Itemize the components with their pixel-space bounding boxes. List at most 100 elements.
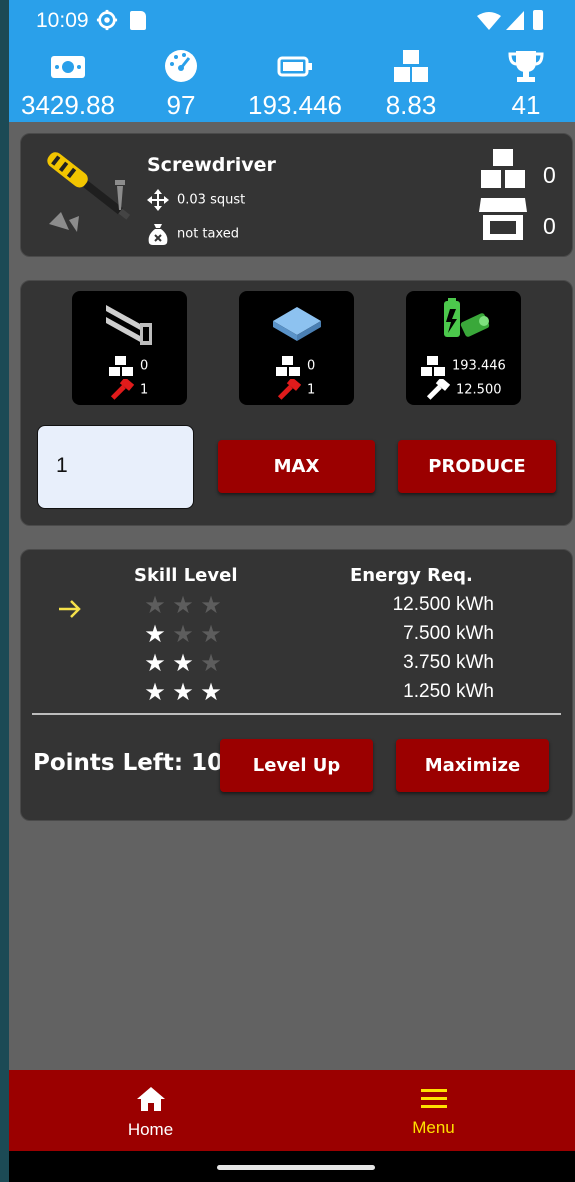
energy-required-row: 12.500	[424, 377, 502, 401]
steel-stock: 0	[140, 358, 149, 374]
energy-battery-icon	[444, 298, 490, 337]
energy-required: 12.500	[456, 382, 502, 398]
star-icon: ★	[172, 678, 194, 706]
plate-required-row: 1	[275, 377, 316, 401]
stat-money[interactable]: 3429.88	[13, 42, 123, 122]
star-icon: ★	[172, 591, 194, 619]
trophy-icon	[508, 51, 544, 82]
energy-stock-row: 193.446	[420, 355, 506, 377]
item-size: 0.03 squst	[177, 192, 246, 208]
screwdriver-icon	[47, 152, 131, 232]
nav-menu[interactable]: Menu	[292, 1070, 575, 1151]
plate-stock-row: 0	[275, 355, 315, 377]
star-icon: ★	[144, 591, 166, 619]
skill-level-1-stars: ★ ★ ★	[141, 621, 231, 647]
nav-menu-label: Menu	[412, 1118, 455, 1137]
money-value: 3429.88	[21, 90, 115, 120]
star-icon: ★	[200, 591, 222, 619]
maximize-button[interactable]: Maximize	[396, 739, 549, 792]
skill-level-0-stars: ★ ★ ★	[141, 592, 231, 618]
star-icon: ★	[144, 678, 166, 706]
production-card: 0 1 0 1 193.446 12.500 1 MAX PRODUCE	[20, 280, 573, 526]
nav-home-label: Home	[127, 1120, 174, 1139]
battery-icon	[533, 10, 543, 30]
sd-card-icon	[130, 11, 146, 30]
energy-stock: 193.446	[452, 358, 506, 374]
money-bag-icon	[148, 224, 168, 245]
divider	[32, 713, 561, 715]
stock-value: 8.83	[385, 90, 437, 120]
status-bar: 10:09	[9, 0, 575, 42]
plate-required: 1	[307, 382, 316, 398]
star-icon: ★	[144, 649, 166, 677]
nav-home[interactable]: Home	[9, 1070, 292, 1151]
star-icon: ★	[172, 620, 194, 648]
resource-energy[interactable]: 193.446 12.500	[406, 291, 521, 405]
steel-required-row: 1	[108, 377, 149, 401]
star-icon: ★	[172, 649, 194, 677]
hammer-icon	[426, 377, 451, 400]
steel-stock-row: 0	[108, 355, 148, 377]
move-arrows-icon	[147, 189, 169, 211]
skill-level-1-energy: 7.500 kWh	[403, 623, 494, 644]
produce-button[interactable]: PRODUCE	[398, 440, 556, 493]
inventory-count: 0	[543, 162, 556, 188]
skill-level-2-energy: 3.750 kWh	[403, 652, 494, 673]
skill-level-2-stars: ★ ★ ★	[141, 650, 231, 676]
cubes-icon	[421, 356, 445, 376]
star-icon: ★	[200, 649, 222, 677]
energy-req-header: Energy Req.	[350, 565, 473, 586]
current-level-arrow-icon	[59, 600, 81, 618]
points-left: Points Left: 10	[33, 750, 224, 776]
item-card: Screwdriver 0.03 squst not taxed 0 0	[20, 133, 573, 257]
signal-icon	[506, 11, 524, 30]
max-button[interactable]: MAX	[218, 440, 375, 493]
stat-speed[interactable]: 97	[126, 42, 236, 122]
home-icon	[136, 1087, 165, 1111]
hammer-icon	[110, 377, 135, 400]
stat-trophies[interactable]: 41	[471, 42, 575, 122]
cubes-icon	[109, 356, 133, 376]
stat-energy[interactable]: 193.446	[240, 42, 350, 122]
money-icon	[51, 56, 85, 78]
skill-level-3-energy: 1.250 kWh	[403, 681, 494, 702]
skill-level-header: Skill Level	[134, 565, 238, 586]
skill-level-3-stars: ★ ★ ★	[141, 679, 231, 705]
store-count: 0	[543, 213, 556, 239]
item-tax: not taxed	[177, 226, 240, 242]
cubes-icon	[479, 147, 527, 190]
level-up-button[interactable]: Level Up	[220, 739, 373, 792]
energy-value: 193.446	[248, 90, 342, 120]
cubes-icon	[394, 50, 428, 82]
bottom-navigation: Home Menu	[9, 1070, 575, 1151]
plate-stock: 0	[307, 358, 316, 374]
skill-level-0-energy: 12.500 kWh	[392, 594, 494, 615]
steel-beam-icon	[106, 305, 152, 345]
star-icon: ★	[144, 620, 166, 648]
menu-icon	[420, 1089, 447, 1108]
item-name: Screwdriver	[147, 154, 276, 176]
resource-plate[interactable]: 0 1	[239, 291, 354, 405]
wifi-icon	[477, 12, 501, 30]
header-stats: 3429.88 97 193.446 8.83 41	[9, 42, 575, 122]
gesture-bar	[9, 1151, 575, 1182]
home-indicator[interactable]	[217, 1165, 375, 1170]
speed-value: 97	[166, 90, 196, 120]
status-time: 10:09	[36, 9, 89, 32]
resource-steel[interactable]: 0 1	[72, 291, 187, 405]
quantity-input[interactable]: 1	[37, 425, 194, 509]
speedometer-icon	[165, 50, 197, 82]
battery-icon	[277, 56, 312, 77]
app-screen: 10:09 3429.88 97 193.446 8.83 41 Screwdr…	[9, 0, 575, 1182]
trophy-value: 41	[511, 90, 541, 120]
item-size-row: 0.03 squst	[147, 189, 245, 211]
cubes-icon	[276, 356, 300, 376]
star-icon: ★	[200, 620, 222, 648]
item-tax-row: not taxed	[147, 223, 239, 245]
store-icon	[479, 198, 527, 240]
plate-icon	[273, 307, 321, 341]
steel-required: 1	[140, 382, 149, 398]
star-icon: ★	[200, 678, 222, 706]
hammer-icon	[277, 377, 302, 400]
stat-stock[interactable]: 8.83	[356, 42, 466, 122]
